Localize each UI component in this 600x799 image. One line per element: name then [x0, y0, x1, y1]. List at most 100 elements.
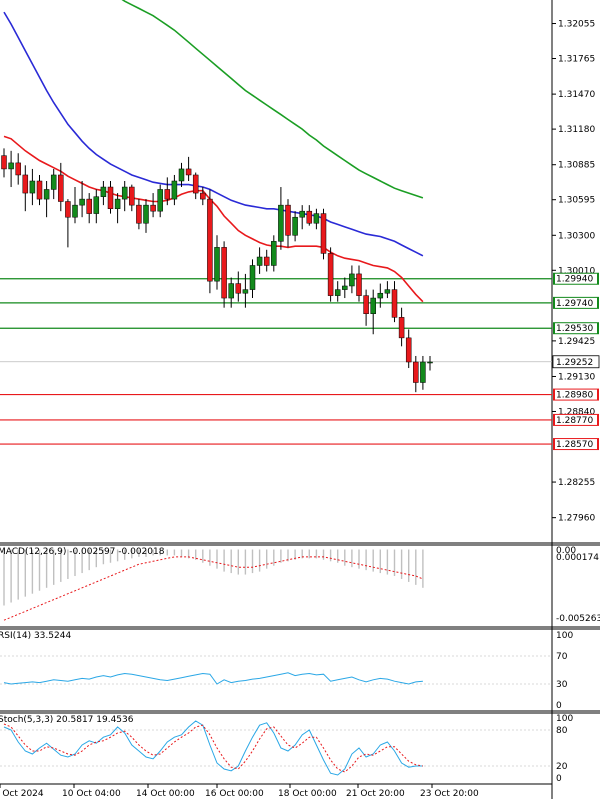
macd-axis-label: 0.000174 [556, 553, 599, 563]
price-tick-label: 1.30300 [558, 231, 595, 241]
candle-body [271, 241, 277, 266]
candle-body [143, 204, 149, 224]
price-tick-label: 1.32055 [558, 20, 595, 30]
stoch-axis-label: 100 [556, 714, 573, 724]
rsi-axis-label: 70 [556, 652, 568, 662]
candle-body [79, 198, 85, 206]
candle-body [263, 256, 270, 266]
candle-body [15, 162, 21, 176]
candle-body [377, 292, 384, 299]
stoch-axis-label: 80 [556, 726, 568, 736]
stoch-main-line [3, 720, 423, 776]
candle-body [150, 204, 156, 212]
candle-body [136, 204, 142, 224]
stoch-signal-line [3, 723, 423, 773]
candle-body [420, 361, 426, 383]
time-axis: 10 Oct 2024 10 Oct 04:00 14 Oct 00:00 16 Oc… [0, 783, 552, 799]
candle-body [356, 273, 362, 296]
candle-body [185, 168, 192, 176]
candle-body [221, 247, 227, 299]
candle-body [121, 186, 128, 200]
candle-body [107, 186, 114, 210]
price-tick-label: 1.28255 [558, 478, 595, 488]
candle-body [22, 174, 29, 194]
candle-body [200, 192, 206, 200]
rsi-axis-label: 0 [556, 701, 562, 711]
candle-body [342, 285, 348, 290]
price-tick-label: 1.29130 [558, 372, 595, 382]
candle-body [398, 317, 405, 339]
candle-body [363, 295, 369, 314]
price-tick-label: 1.29425 [558, 337, 595, 347]
rsi-panel[interactable]: 100 70 30 0 [0, 631, 600, 714]
price-tick-label: 1.31470 [558, 90, 595, 100]
candle-body [129, 186, 135, 206]
macd-signal-line [3, 556, 424, 621]
macd-panel[interactable]: 0.000.000174-0.005263 [0, 546, 600, 630]
candle-body [334, 289, 341, 296]
rsi-axis-label: 100 [556, 631, 573, 641]
support-level-tag-label: 1.28570 [556, 440, 593, 450]
price-tick-label: 1.30595 [558, 196, 595, 206]
candle-body [349, 273, 355, 287]
candle-body [391, 289, 398, 318]
candle-body [1, 155, 7, 170]
rsi-line [3, 672, 423, 685]
stoch-label: Stoch(5,3,3) 20.5817 19.4536 [0, 715, 134, 725]
time-tick-label: 10 Oct 2024 [0, 789, 44, 799]
resistance-level-tag-label: 1.29940 [556, 275, 593, 285]
price-tick-label: 1.31180 [558, 125, 595, 135]
candle-body [65, 201, 71, 218]
candle-body [192, 174, 199, 194]
macd-label: MACD(12,26,9) -0.002597 -0.002018 [0, 547, 165, 557]
stoch-axis-label: 20 [556, 762, 568, 772]
candle-body [228, 283, 234, 299]
candle-body [171, 180, 178, 200]
candle-body [427, 361, 433, 364]
time-tick-label: 10 Oct 04:00 [62, 789, 121, 799]
candle-body [72, 204, 78, 218]
time-tick-label: 18 Oct 00:00 [278, 789, 337, 799]
candle-body [86, 198, 92, 214]
candle-body [256, 256, 263, 266]
candle-body [313, 213, 320, 224]
candle-body [100, 186, 107, 197]
candle-body [278, 204, 284, 242]
candle-body [249, 265, 256, 290]
candle-body [207, 198, 213, 282]
price-tick-label: 1.31765 [558, 55, 595, 65]
candle-body [285, 204, 291, 236]
time-tick-label: 16 Oct 00:00 [205, 789, 264, 799]
stoch-axis-label: 0 [556, 774, 562, 784]
candle-body [405, 337, 412, 363]
candle-body [29, 180, 36, 194]
current-price-label: 1.29252 [556, 358, 593, 368]
candle-body [413, 361, 419, 383]
candle-body [327, 253, 334, 296]
candle-body [43, 189, 50, 200]
candle-body [320, 213, 327, 254]
candle-body [235, 283, 242, 294]
candle-body [157, 189, 163, 212]
candle-body [114, 198, 121, 210]
resistance-level-tag-label: 1.29530 [556, 324, 593, 334]
candle-body [164, 189, 171, 200]
support-level-tag-label: 1.28980 [556, 391, 593, 401]
time-tick-label: 14 Oct 00:00 [136, 789, 195, 799]
candle-body [58, 174, 64, 202]
candle-body [214, 247, 220, 282]
candle-body [50, 174, 57, 190]
candle-body [370, 297, 376, 314]
macd-axis-label: -0.005263 [556, 614, 600, 624]
candle-body [178, 168, 185, 182]
candle-body [299, 210, 305, 218]
rsi-label: RSI(14) 33.5244 [0, 631, 71, 641]
forex-chart[interactable]: 1.32055 1.31765 1.31470 1.31180 1.30885 1.305… [0, 0, 600, 799]
price-plot-bg [0, 0, 552, 543]
candle-body [242, 289, 249, 294]
candle-body [36, 180, 43, 200]
candle-body [292, 216, 298, 236]
candle-body [8, 162, 14, 170]
time-tick-label: 23 Oct 20:00 [420, 789, 479, 799]
rsi-axis-label: 30 [556, 680, 568, 690]
